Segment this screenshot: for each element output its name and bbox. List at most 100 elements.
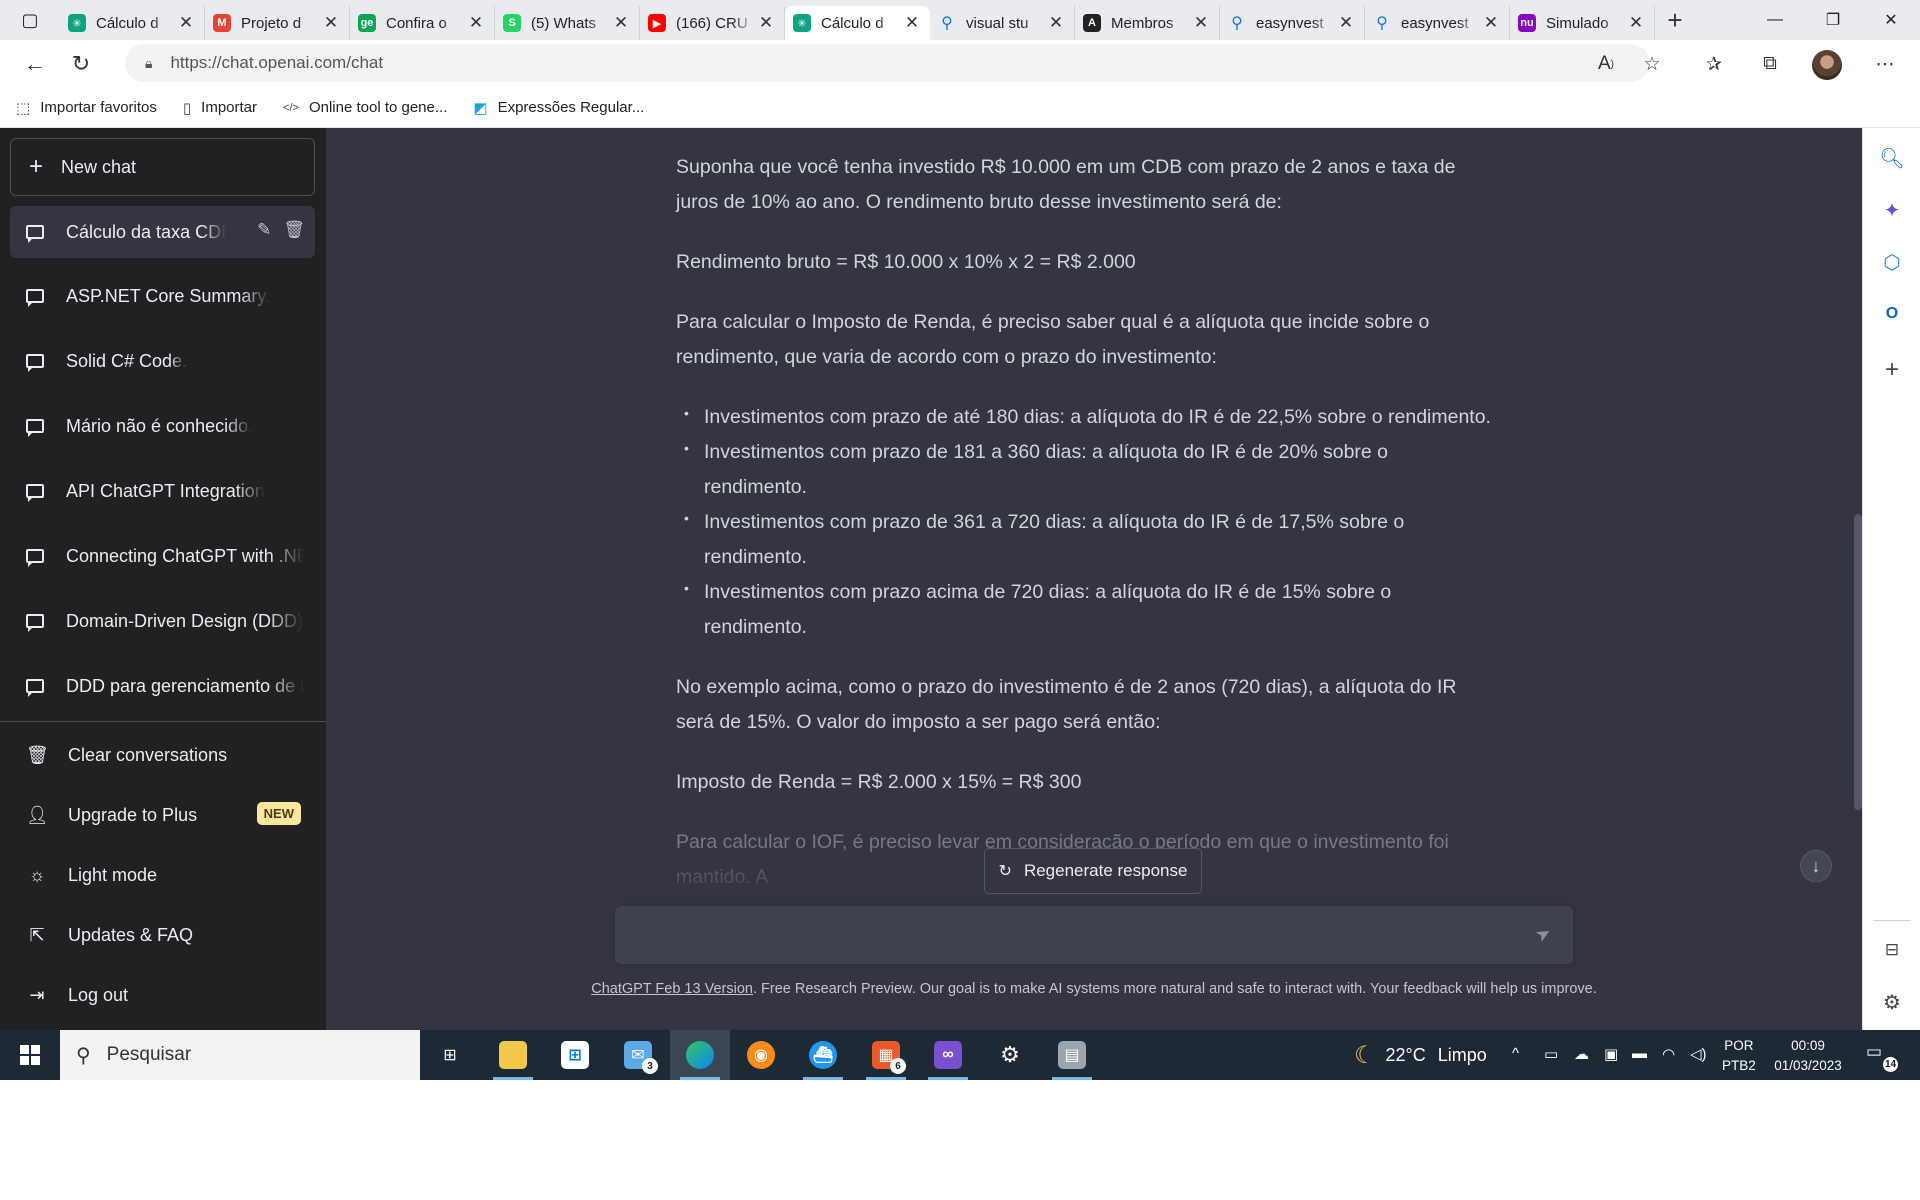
clock[interactable]: 00:09 01/03/2023 [1766,1036,1850,1076]
conversation-item[interactable]: Solid C# Code. [10,335,315,387]
docker-app[interactable]: ⛴ [793,1030,853,1080]
close-tab-icon[interactable]: ✕ [466,13,486,33]
browser-tab[interactable]: ⚲ visual stu ✕ [930,6,1075,40]
page-icon: ▯ [182,99,192,117]
new-chat-button[interactable]: + New chat [10,138,315,196]
notifications-button[interactable]: ▭ 14 [1866,1042,1898,1072]
browser-tab[interactable]: S (5) Whats ✕ [495,6,640,40]
upgrade-to-plus-button[interactable]: 👤︎ Upgrade to Plus NEW [10,790,315,840]
weather-widget[interactable]: ☾ 22°C Limpo [1354,1030,1487,1080]
bookmark-online-tool[interactable]: </> Online tool to gene... [283,99,447,116]
chat-bubble-icon [26,289,44,307]
edit-icon[interactable]: ✎ [257,220,271,240]
back-button[interactable]: ← [12,44,58,84]
file-explorer-app[interactable] [483,1030,543,1080]
gear-icon[interactable]: ⚙ [1876,986,1908,1018]
microsoft-store-app[interactable]: ⊞ [545,1030,605,1080]
close-tab-icon[interactable]: ✕ [1191,13,1211,33]
close-tab-icon[interactable]: ✕ [902,13,922,33]
collections-icon[interactable]: ⧉ [1750,44,1790,84]
clear-conversations-button[interactable]: 🗑︎ Clear conversations [10,730,315,780]
profile-avatar[interactable] [1812,50,1842,80]
close-tab-icon[interactable]: ✕ [176,13,196,33]
browser-tab[interactable]: ⚲ easynvest ✕ [1220,6,1365,40]
conversation-item[interactable]: Mário não é conhecido. [10,400,315,452]
close-tab-icon[interactable]: ✕ [1626,13,1646,33]
log-out-button[interactable]: ⇥ Log out [10,970,315,1020]
bookmark-import[interactable]: ▯ Importar [183,99,257,117]
discover-icon[interactable]: ✦ [1876,194,1908,226]
minimize-button[interactable]: — [1746,0,1804,40]
close-tab-icon[interactable]: ✕ [321,13,341,33]
conversation-item[interactable]: DDD para gerenciamento de banco [10,660,315,712]
favorites-icon[interactable]: ✰ [1694,44,1734,84]
conversation-item[interactable]: Domain-Driven Design (DDD) [10,595,315,647]
browser-tab[interactable]: A Membros ✕ [1075,6,1220,40]
edge-app[interactable] [670,1030,730,1080]
task-view-button[interactable]: ⊞ [420,1030,480,1080]
conversation-item[interactable]: API ChatGPT Integration [10,465,315,517]
mail-app[interactable]: ✉ 3 [608,1030,668,1080]
battery-icon[interactable]: ▬ [1632,1045,1647,1062]
close-tab-icon[interactable]: ✕ [1046,13,1066,33]
chevron-up-icon[interactable]: ^ [1512,1045,1519,1062]
prompt-input[interactable]: ➤ [615,906,1573,964]
display-icon[interactable]: ▣ [1604,1045,1618,1063]
regenerate-response-button[interactable]: ↻ Regenerate response [984,848,1202,894]
bookmark-regex[interactable]: ◩ Expressões Regular... [473,99,644,117]
browser-tab[interactable]: ge Confira o ✕ [350,6,495,40]
scroll-to-bottom-button[interactable]: ↓ [1800,850,1832,882]
restore-button[interactable]: ❐ [1804,0,1862,40]
add-icon[interactable]: + [1876,354,1908,386]
version-link[interactable]: ChatGPT Feb 13 Version [591,981,753,997]
reload-button[interactable]: ↻ [58,44,104,84]
light-mode-button[interactable]: ☼ Light mode [10,850,315,900]
tab-actions-button[interactable]: ▢ [0,0,60,40]
browser-tab[interactable]: ▶ (166) CRU ✕ [640,6,785,40]
tab-title: Cálculo d [821,14,884,32]
conversation-item[interactable]: Cálculo da taxa CDI ✎ 🗑︎ [10,206,315,258]
search-icon[interactable]: 🔍︎ [1876,142,1908,174]
browser-tab[interactable]: ✳ Cálculo d ✕ [60,6,205,40]
close-tab-icon[interactable]: ✕ [756,13,776,33]
browser-tab[interactable]: ✳ Cálculo d ✕ [785,6,930,40]
read-aloud-icon[interactable]: A) [1586,44,1626,84]
settings-app[interactable]: ⚙ [980,1030,1040,1080]
add-favorite-icon[interactable]: ☆ [1632,44,1672,84]
updates-faq-link[interactable]: ⇱ Updates & FAQ [10,910,315,960]
volume-icon[interactable]: ◁) [1690,1045,1707,1063]
chatgpt-icon: ✳ [68,14,86,32]
brave-app[interactable]: ◉ [731,1030,791,1080]
new-tab-button[interactable]: + [1655,0,1695,40]
close-tab-icon[interactable]: ✕ [1336,13,1356,33]
browser-tab[interactable]: M Projeto d ✕ [205,6,350,40]
input-language[interactable]: POR PTB2 [1722,1036,1756,1076]
delete-icon[interactable]: 🗑︎ [283,220,305,240]
outlook-icon[interactable]: O [1876,298,1908,330]
cloud-icon[interactable]: ☁ [1574,1045,1589,1063]
hide-sidebar-icon[interactable]: ⊟ [1876,934,1908,966]
conversation-item[interactable]: ASP.NET Core Summary. [10,270,315,322]
meet-icon[interactable]: ▭ [1544,1045,1558,1063]
scrollbar[interactable] [1854,514,1862,810]
office-icon[interactable]: ⬡ [1876,246,1908,278]
browser-tab[interactable]: nu Simulado ✕ [1510,6,1655,40]
conversation-item[interactable]: Connecting ChatGPT with .NET [10,530,315,582]
wifi-icon[interactable]: ◠ [1662,1045,1675,1063]
address-bar[interactable]: 🔒︎ https://chat.openai.com/chat [125,44,1650,82]
start-button[interactable] [0,1030,60,1080]
calculator-app[interactable]: ▤ [1042,1030,1102,1080]
weather-description: Limpo [1437,1044,1487,1065]
close-tab-icon[interactable]: ✕ [1481,13,1501,33]
close-tab-icon[interactable]: ✕ [611,13,631,33]
visual-studio-app[interactable]: ∞ [918,1030,978,1080]
send-icon[interactable]: ➤ [1532,922,1556,948]
message-paragraph: No exemplo acima, como o prazo do invest… [676,676,1457,733]
settings-more-icon[interactable]: ⋯ [1865,44,1905,84]
close-window-button[interactable]: ✕ [1862,0,1920,40]
office-app[interactable]: ▦ 6 [856,1030,916,1080]
bookmark-import-favorites[interactable]: ⬚ Importar favoritos [16,99,157,117]
taskbar-search[interactable]: ⚲ Pesquisar [60,1030,420,1080]
browser-tab[interactable]: ⚲ easynvest ✕ [1365,6,1510,40]
search-icon: ⚲ [76,1044,91,1067]
